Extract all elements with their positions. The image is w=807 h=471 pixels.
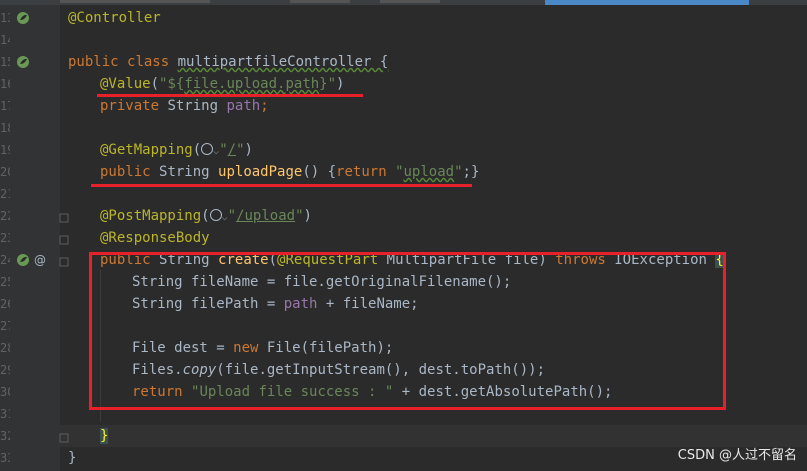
brace-match-token: } bbox=[100, 428, 109, 444]
string-token: " bbox=[395, 164, 404, 180]
line-number: 27 bbox=[0, 319, 10, 333]
tab-strip-segment bbox=[290, 0, 350, 3]
string-token: " bbox=[236, 142, 245, 158]
line-number: 19 bbox=[0, 143, 10, 157]
highlight-box bbox=[89, 252, 726, 410]
keyword-token: class bbox=[127, 54, 170, 70]
keyword-token: private bbox=[100, 98, 160, 114]
highlight-underline bbox=[97, 94, 363, 97]
code-line-17: private String path; bbox=[100, 95, 269, 117]
annotation-token: @Value bbox=[100, 76, 151, 92]
paren-token: ( bbox=[201, 208, 210, 224]
code-line-16: @Value("${file.upload.path}") bbox=[100, 73, 344, 95]
line-number: 13 bbox=[0, 11, 10, 25]
highlight-underline bbox=[91, 184, 472, 187]
line-number: 33 bbox=[0, 451, 10, 465]
fold-marker-icon[interactable] bbox=[59, 257, 69, 267]
code-line-19: @GetMapping(⌵"/") bbox=[100, 139, 253, 161]
spring-bean-icon[interactable] bbox=[16, 11, 30, 25]
property-key-token: file.upload.path bbox=[184, 76, 320, 92]
url-token[interactable]: / bbox=[228, 142, 236, 158]
line-number: 14 bbox=[0, 33, 10, 47]
keyword-token: public bbox=[68, 54, 119, 70]
tab-strip-segment bbox=[60, 0, 210, 3]
keyword-token: public bbox=[100, 164, 151, 180]
fold-marker-icon[interactable] bbox=[59, 213, 69, 223]
string-token: " bbox=[454, 164, 463, 180]
type-token: String bbox=[159, 164, 210, 180]
active-tab-indicator[interactable] bbox=[545, 0, 749, 5]
code-line-13: @Controller bbox=[68, 7, 161, 29]
type-token: String bbox=[167, 98, 219, 114]
annotation-token: @PostMapping bbox=[100, 208, 202, 224]
line-number: 26 bbox=[0, 297, 10, 311]
code-line-23: @ResponseBody bbox=[100, 227, 210, 249]
line-number: 15 bbox=[0, 55, 10, 69]
web-endpoint-icon[interactable] bbox=[201, 143, 214, 155]
paren-token: () { bbox=[302, 164, 337, 180]
spring-bean-icon[interactable] bbox=[16, 253, 30, 267]
string-token: upload bbox=[403, 164, 455, 180]
line-number: 17 bbox=[0, 99, 10, 113]
string-token: }" bbox=[319, 76, 337, 92]
code-line-15: public class multipartfileController { bbox=[68, 51, 388, 73]
annotation-token: @Controller bbox=[68, 10, 161, 26]
line-number: 32 bbox=[0, 429, 10, 443]
paren-token: ) bbox=[336, 76, 345, 92]
line-number: 28 bbox=[0, 341, 10, 355]
line-number: 25 bbox=[0, 275, 10, 289]
watermark: CSDN @人过不留名 bbox=[677, 448, 797, 463]
line-number: 20 bbox=[0, 165, 10, 179]
tab-strip-segment bbox=[380, 0, 440, 3]
paren-token: ( bbox=[192, 142, 202, 158]
line-number: 21 bbox=[0, 187, 10, 201]
fold-marker-icon[interactable] bbox=[59, 433, 69, 443]
line-number: 16 bbox=[0, 77, 10, 91]
code-line-20: public String uploadPage() {return "uplo… bbox=[100, 161, 479, 183]
code-line-32: } bbox=[100, 425, 109, 447]
field-token: path bbox=[226, 98, 261, 114]
string-token: " bbox=[219, 142, 228, 158]
code-line-22: @PostMapping(⌵"/upload") bbox=[100, 205, 312, 227]
line-number: 30 bbox=[0, 385, 10, 399]
brace-token: ;} bbox=[462, 164, 480, 180]
brace-token: } bbox=[68, 450, 77, 466]
line-number: 31 bbox=[0, 407, 10, 421]
spring-bean-icon[interactable] bbox=[16, 55, 30, 69]
keyword-token: return bbox=[336, 164, 387, 180]
string-token: " bbox=[227, 208, 237, 224]
paren-token: ( bbox=[150, 76, 160, 92]
string-token: "${ bbox=[159, 76, 185, 92]
url-token[interactable]: /upload bbox=[236, 208, 295, 224]
string-token: " bbox=[295, 208, 304, 224]
paren-token: ) bbox=[303, 208, 312, 224]
fold-marker-icon[interactable] bbox=[59, 235, 69, 245]
web-endpoint-icon[interactable] bbox=[209, 209, 222, 221]
annotation-token: @ResponseBody bbox=[100, 230, 210, 246]
code-line-33: } bbox=[68, 447, 76, 469]
svg-text:@: @ bbox=[34, 253, 46, 267]
class-name-token: multipartfileController { bbox=[177, 54, 389, 70]
override-at-icon[interactable]: @ bbox=[33, 253, 47, 267]
method-name-token: uploadPage bbox=[218, 164, 303, 180]
editor-tab-bar bbox=[0, 0, 807, 5]
line-number: 18 bbox=[0, 121, 10, 135]
semicolon-token: ; bbox=[260, 98, 269, 114]
paren-token: ) bbox=[244, 142, 253, 158]
line-number: 24 bbox=[0, 253, 10, 267]
annotation-token: @GetMapping bbox=[100, 142, 193, 158]
line-number: 22 bbox=[0, 209, 10, 223]
line-number: 29 bbox=[0, 363, 10, 377]
line-number: 23 bbox=[0, 231, 10, 245]
